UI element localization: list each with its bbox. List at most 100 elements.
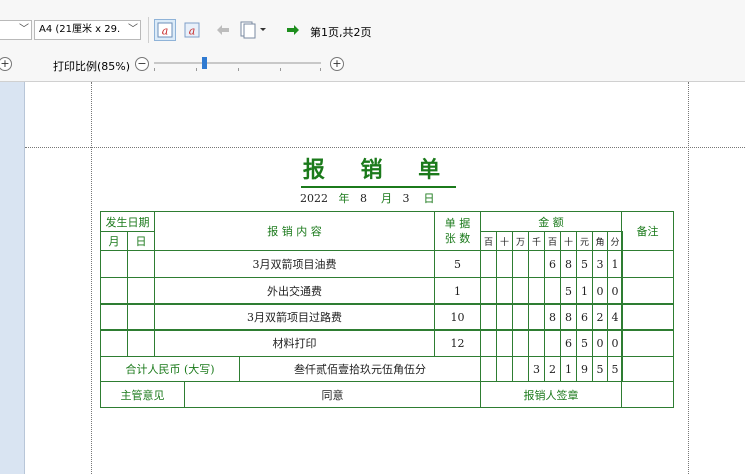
slider-tick — [154, 68, 155, 71]
row-remark-cell — [621, 329, 674, 357]
row-month-cell — [100, 329, 128, 357]
header-doc-count: 单 据 张 数 — [434, 211, 481, 251]
zoom-out-button[interactable]: − — [135, 57, 149, 71]
arrow-right-icon — [287, 25, 299, 35]
zoom-in-button[interactable]: + — [330, 57, 344, 71]
row-amount-digit — [544, 277, 561, 305]
font-a-active-button[interactable]: a — [154, 19, 176, 41]
row-content: 材料打印 — [154, 329, 435, 357]
manager-opinion-value: 同意 — [184, 381, 481, 408]
row-amount-digit — [544, 329, 561, 357]
slider-tick — [320, 68, 321, 71]
date-day: 3 — [402, 192, 410, 205]
row-amount-digit: 3 — [592, 250, 608, 278]
page-indicator: 第1页,共2页 — [310, 26, 372, 39]
row-amount-digit: 0 — [592, 329, 608, 357]
arrow-left-icon — [217, 25, 229, 35]
row-amount-digit: 0 — [592, 277, 608, 305]
prev-combo[interactable]: ﹀ — [0, 20, 32, 40]
header-digit: 十 — [496, 231, 513, 251]
date-year-label: 年 — [338, 192, 350, 205]
total-amount-digit: 3 — [528, 356, 545, 382]
total-amount-digit: 1 — [560, 356, 577, 382]
row-amount-digit — [528, 277, 545, 305]
total-label: 合计人民币 (大写) — [100, 356, 240, 382]
date-year: 2022 — [300, 192, 328, 205]
row-amount-digit — [496, 303, 513, 331]
header-digit: 角 — [592, 231, 608, 251]
row-amount-digit: 5 — [560, 277, 577, 305]
total-amount-words: 叁仟贰佰壹拾玖元伍角伍分 — [239, 356, 481, 382]
total-amount-digit: 5 — [592, 356, 608, 382]
header-month: 月 — [100, 231, 128, 251]
row-amount-digit: 8 — [560, 303, 577, 331]
header-occur-date: 发生日期 — [100, 211, 155, 232]
row-amount-digit: 2 — [592, 303, 608, 331]
row-amount-digit — [512, 329, 529, 357]
row-day-cell — [127, 277, 155, 305]
header-digit: 十 — [560, 231, 577, 251]
row-content: 3月双箭项目过路费 — [154, 303, 435, 331]
row-day-cell — [127, 250, 155, 278]
font-a-button[interactable]: a — [181, 19, 203, 41]
row-amount-digit — [512, 303, 529, 331]
chevron-down-icon: ﹀ — [19, 24, 29, 35]
toolbar-separator — [148, 17, 149, 43]
row-amount-digit: 5 — [576, 329, 593, 357]
slider-tick — [196, 68, 197, 71]
total-amount-digit — [480, 356, 497, 382]
row-day-cell — [127, 303, 155, 331]
row-amount-digit — [480, 329, 497, 357]
zoom-slider-thumb[interactable] — [202, 57, 207, 69]
margin-guide-left — [91, 82, 92, 474]
reimbursement-table: 发生日期 月 日 报 销 内 容 单 据 张 数 金 额 备注 百十万千百十元角… — [100, 211, 674, 409]
row-amount-digit — [480, 277, 497, 305]
row-doc-count: 10 — [434, 303, 481, 331]
left-gutter — [0, 82, 25, 474]
row-amount-digit: 6 — [560, 329, 577, 357]
row-amount-digit — [480, 303, 497, 331]
row-amount-digit — [528, 250, 545, 278]
page-setup-button[interactable] — [238, 19, 268, 41]
row-remark-cell — [621, 303, 674, 331]
svg-text:a: a — [189, 25, 196, 38]
font-a-icon: a — [184, 22, 200, 38]
row-amount-digit — [512, 277, 529, 305]
total-remark-cell — [621, 356, 674, 382]
zoom-slider-track[interactable] — [154, 62, 321, 64]
row-amount-digit — [496, 277, 513, 305]
toolbar-main: ﹀ A4 (21厘米 x 29. ﹀ a a 第1页,共2页 — [0, 0, 745, 45]
row-amount-digit — [512, 250, 529, 278]
row-day-cell — [127, 329, 155, 357]
signer-cell — [621, 381, 674, 408]
font-a-icon: a — [157, 22, 173, 38]
manager-opinion-label: 主管意见 — [100, 381, 185, 408]
row-doc-count: 12 — [434, 329, 481, 357]
margin-guide-top — [25, 147, 745, 148]
header-doc-count-line2: 张 数 — [444, 232, 471, 245]
row-remark-cell — [621, 277, 674, 305]
row-amount-digit: 6 — [544, 250, 561, 278]
row-amount-digit — [528, 329, 545, 357]
margin-guide-right — [688, 82, 689, 474]
prev-page-button[interactable] — [212, 19, 234, 41]
row-amount-digit — [528, 303, 545, 331]
row-content: 3月双箭项目油费 — [154, 250, 435, 278]
date-day-label: 日 — [423, 192, 435, 205]
row-amount-digit: 6 — [576, 303, 593, 331]
slider-tick — [238, 68, 239, 71]
row-content: 外出交通费 — [154, 277, 435, 305]
paper-size-value: A4 (21厘米 x 29. — [39, 24, 121, 35]
row-amount-digit: 5 — [576, 250, 593, 278]
row-month-cell — [100, 250, 128, 278]
header-remark: 备注 — [621, 211, 674, 251]
paper-size-select[interactable]: A4 (21厘米 x 29. ﹀ — [34, 20, 141, 40]
next-page-button[interactable] — [282, 19, 304, 41]
header-digit: 分 — [607, 231, 623, 251]
row-amount-digit — [496, 329, 513, 357]
row-month-cell — [100, 277, 128, 305]
row-amount-digit: 1 — [576, 277, 593, 305]
row-amount-digit: 8 — [544, 303, 561, 331]
row-amount-digit: 8 — [560, 250, 577, 278]
total-amount-digit: 2 — [544, 356, 561, 382]
